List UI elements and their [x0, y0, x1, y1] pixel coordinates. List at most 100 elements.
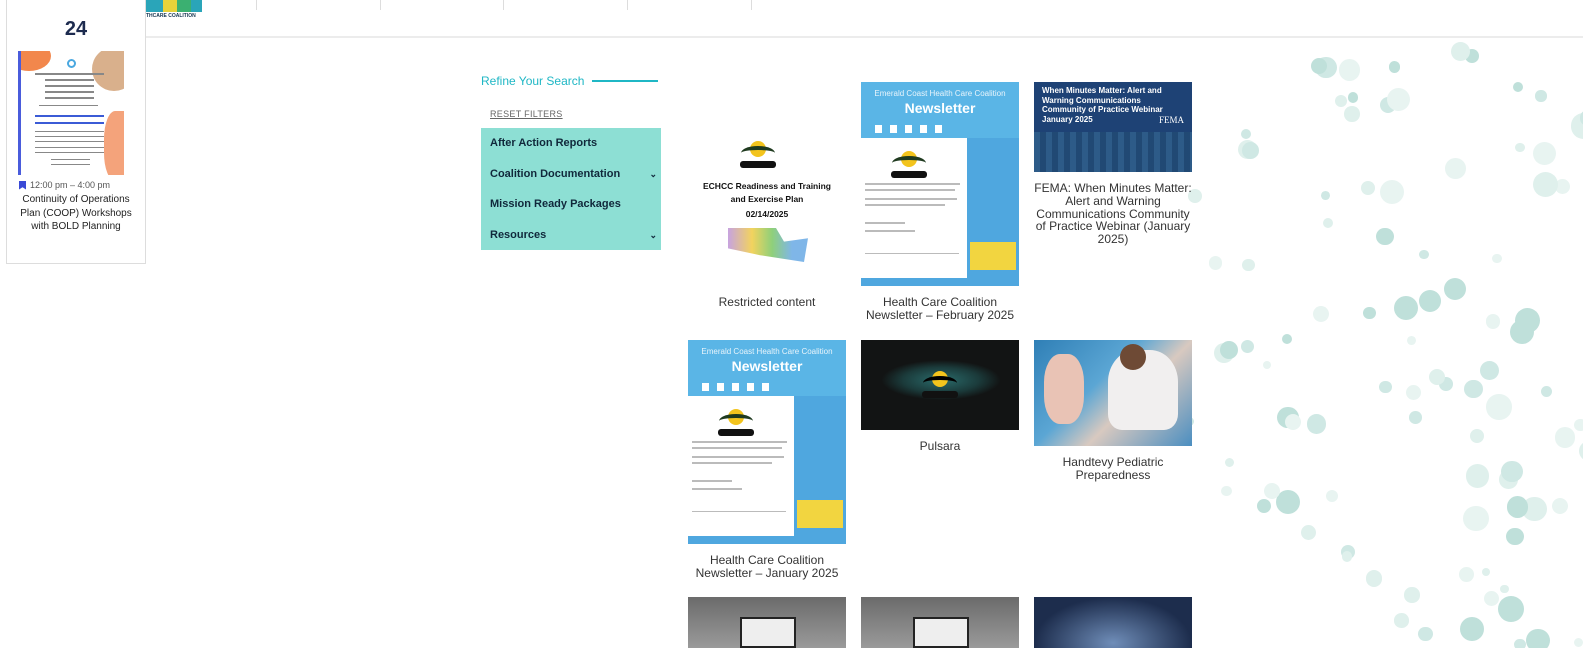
fema-thumbnail[interactable]: When Minutes Matter: Alert and Warning C…	[1034, 82, 1192, 172]
decor-dot	[1363, 307, 1376, 320]
decor-dot	[1483, 591, 1499, 607]
coalition-emblem-icon	[889, 148, 929, 178]
decor-dot	[1535, 90, 1547, 102]
decor-dot	[1469, 428, 1485, 444]
newsletter-title: Newsletter	[731, 358, 803, 374]
decor-dot	[1263, 482, 1280, 499]
decor-dot	[1387, 87, 1411, 111]
decor-dot	[1256, 498, 1272, 513]
resource-card-fema[interactable]: When Minutes Matter: Alert and Warning C…	[1034, 82, 1192, 246]
decor-dot	[1241, 340, 1255, 354]
resource-card-handtevy[interactable]: Handtevy Pediatric Preparedness	[1034, 340, 1192, 482]
filter-after-action-reports[interactable]: After Action Reports	[481, 128, 661, 159]
decor-dot	[1404, 587, 1420, 603]
newsletter-jan-caption[interactable]: Health Care Coalition Newsletter – Janua…	[688, 554, 846, 580]
calendar-day-cell: 24 12:00 pm – 4:00 pm Continuity of Oper…	[6, 0, 146, 264]
decor-dot	[1240, 129, 1251, 140]
filter-resources[interactable]: Resources ⌄	[481, 220, 661, 251]
resource-card-newsletter-feb[interactable]: Emerald Coast Health Care Coalition News…	[861, 82, 1019, 322]
resource-card-pulsara[interactable]: Pulsara	[861, 340, 1019, 453]
decor-dot	[1428, 368, 1446, 385]
decor-dot	[1325, 489, 1339, 503]
pulsara-thumbnail[interactable]	[861, 340, 1019, 430]
decor-dot	[1465, 464, 1490, 488]
decor-dot	[1310, 57, 1327, 74]
decor-dot	[1532, 171, 1559, 198]
refine-search-label: Refine Your Search	[481, 74, 585, 88]
decor-dot	[1443, 277, 1466, 301]
filter-label: After Action Reports	[490, 137, 598, 149]
decor-dot	[1335, 94, 1348, 108]
newsletter-feb-caption[interactable]: Health Care Coalition Newsletter – Febru…	[861, 296, 1019, 322]
decor-dot	[1388, 61, 1401, 73]
decor-dot	[1485, 314, 1500, 329]
chevron-down-icon[interactable]: ⌄	[649, 220, 657, 251]
decor-dot	[1551, 498, 1569, 515]
coalition-emblem-icon	[920, 368, 960, 398]
echcc-thumbnail[interactable]: ECHCC Readiness and Training and Exercis…	[688, 82, 846, 286]
decor-dot	[1464, 379, 1483, 398]
decor-dot	[1376, 227, 1394, 246]
decor-dot	[1344, 106, 1360, 122]
chevron-down-icon[interactable]: ⌄	[649, 159, 657, 190]
decor-dot	[1306, 414, 1327, 434]
site-logo-text: THCARE COALITION	[146, 13, 196, 19]
decor-dot	[1481, 568, 1490, 577]
decor-dot	[1405, 384, 1421, 400]
decor-dot	[1532, 141, 1556, 165]
decor-dot	[1285, 414, 1302, 431]
top-nav-bar	[146, 0, 1583, 38]
resource-thumbnail-partial[interactable]	[1034, 597, 1192, 648]
decor-dot	[1418, 289, 1441, 312]
decor-dot	[1579, 440, 1583, 461]
resource-thumbnail-partial[interactable]	[688, 597, 846, 648]
coalition-emblem-icon	[716, 406, 756, 436]
decor-dot	[1513, 81, 1524, 92]
decor-dot	[1450, 41, 1470, 61]
decor-dot	[1486, 394, 1512, 420]
filter-list: After Action Reports Coalition Documenta…	[481, 128, 661, 250]
decor-dot	[1492, 253, 1502, 264]
newsletter-title: Newsletter	[904, 100, 976, 116]
resource-thumbnail-partial[interactable]	[861, 597, 1019, 648]
decor-dot	[1208, 256, 1222, 270]
decor-dot	[1221, 485, 1232, 496]
filter-label: Coalition Documentation	[490, 167, 621, 180]
resource-card-echcc[interactable]: ECHCC Readiness and Training and Exercis…	[688, 82, 846, 309]
decor-dot	[1509, 319, 1534, 344]
site-logo[interactable]: THCARE COALITION	[146, 0, 204, 22]
filter-mission-ready-packages[interactable]: Mission Ready Packages	[481, 189, 661, 220]
fema-logo: FEMA	[1158, 115, 1184, 125]
event-flyer-image[interactable]	[18, 51, 124, 175]
decor-dot	[1526, 628, 1550, 648]
fema-caption[interactable]: FEMA: When Minutes Matter: Alert and War…	[1034, 182, 1192, 246]
reset-filters-link[interactable]: RESET FILTERS	[490, 109, 563, 119]
decor-dot	[1480, 360, 1500, 380]
decor-dot	[1224, 457, 1235, 468]
decor-dot	[1419, 249, 1429, 260]
decor-dot	[1540, 385, 1552, 397]
decor-dot	[1506, 496, 1529, 518]
decor-dot	[1312, 306, 1329, 323]
echcc-caption[interactable]: Restricted content	[688, 296, 846, 309]
decor-dot	[1320, 190, 1330, 200]
flyer-logo-icon	[67, 59, 76, 68]
event-title-link[interactable]: Continuity of Operations Plan (COOP) Wor…	[19, 193, 133, 234]
echcc-thumb-date: 02/14/2025	[745, 209, 789, 219]
resource-card-newsletter-jan[interactable]: Emerald Coast Health Care Coalition News…	[688, 340, 846, 580]
decor-dot	[1341, 551, 1352, 562]
filter-coalition-documentation[interactable]: Coalition Documentation ⌄	[481, 159, 661, 190]
newsletter-jan-thumbnail[interactable]: Emerald Coast Health Care Coalition News…	[688, 340, 846, 544]
decor-dot	[1409, 411, 1422, 425]
decor-dot	[1501, 461, 1523, 483]
newsletter-feb-thumbnail[interactable]: Emerald Coast Health Care Coalition News…	[861, 82, 1019, 286]
handtevy-caption[interactable]: Handtevy Pediatric Preparedness	[1034, 456, 1192, 482]
pulsara-caption[interactable]: Pulsara	[861, 440, 1019, 453]
handtevy-thumbnail[interactable]	[1034, 340, 1192, 446]
bookmark-icon	[19, 180, 26, 190]
event-time-text: 12:00 pm – 4:00 pm	[30, 180, 111, 190]
event-time: 12:00 pm – 4:00 pm	[19, 180, 110, 190]
decor-dot	[1497, 596, 1524, 622]
background-dots-decoration	[1163, 40, 1583, 648]
decor-dot	[1339, 59, 1361, 81]
